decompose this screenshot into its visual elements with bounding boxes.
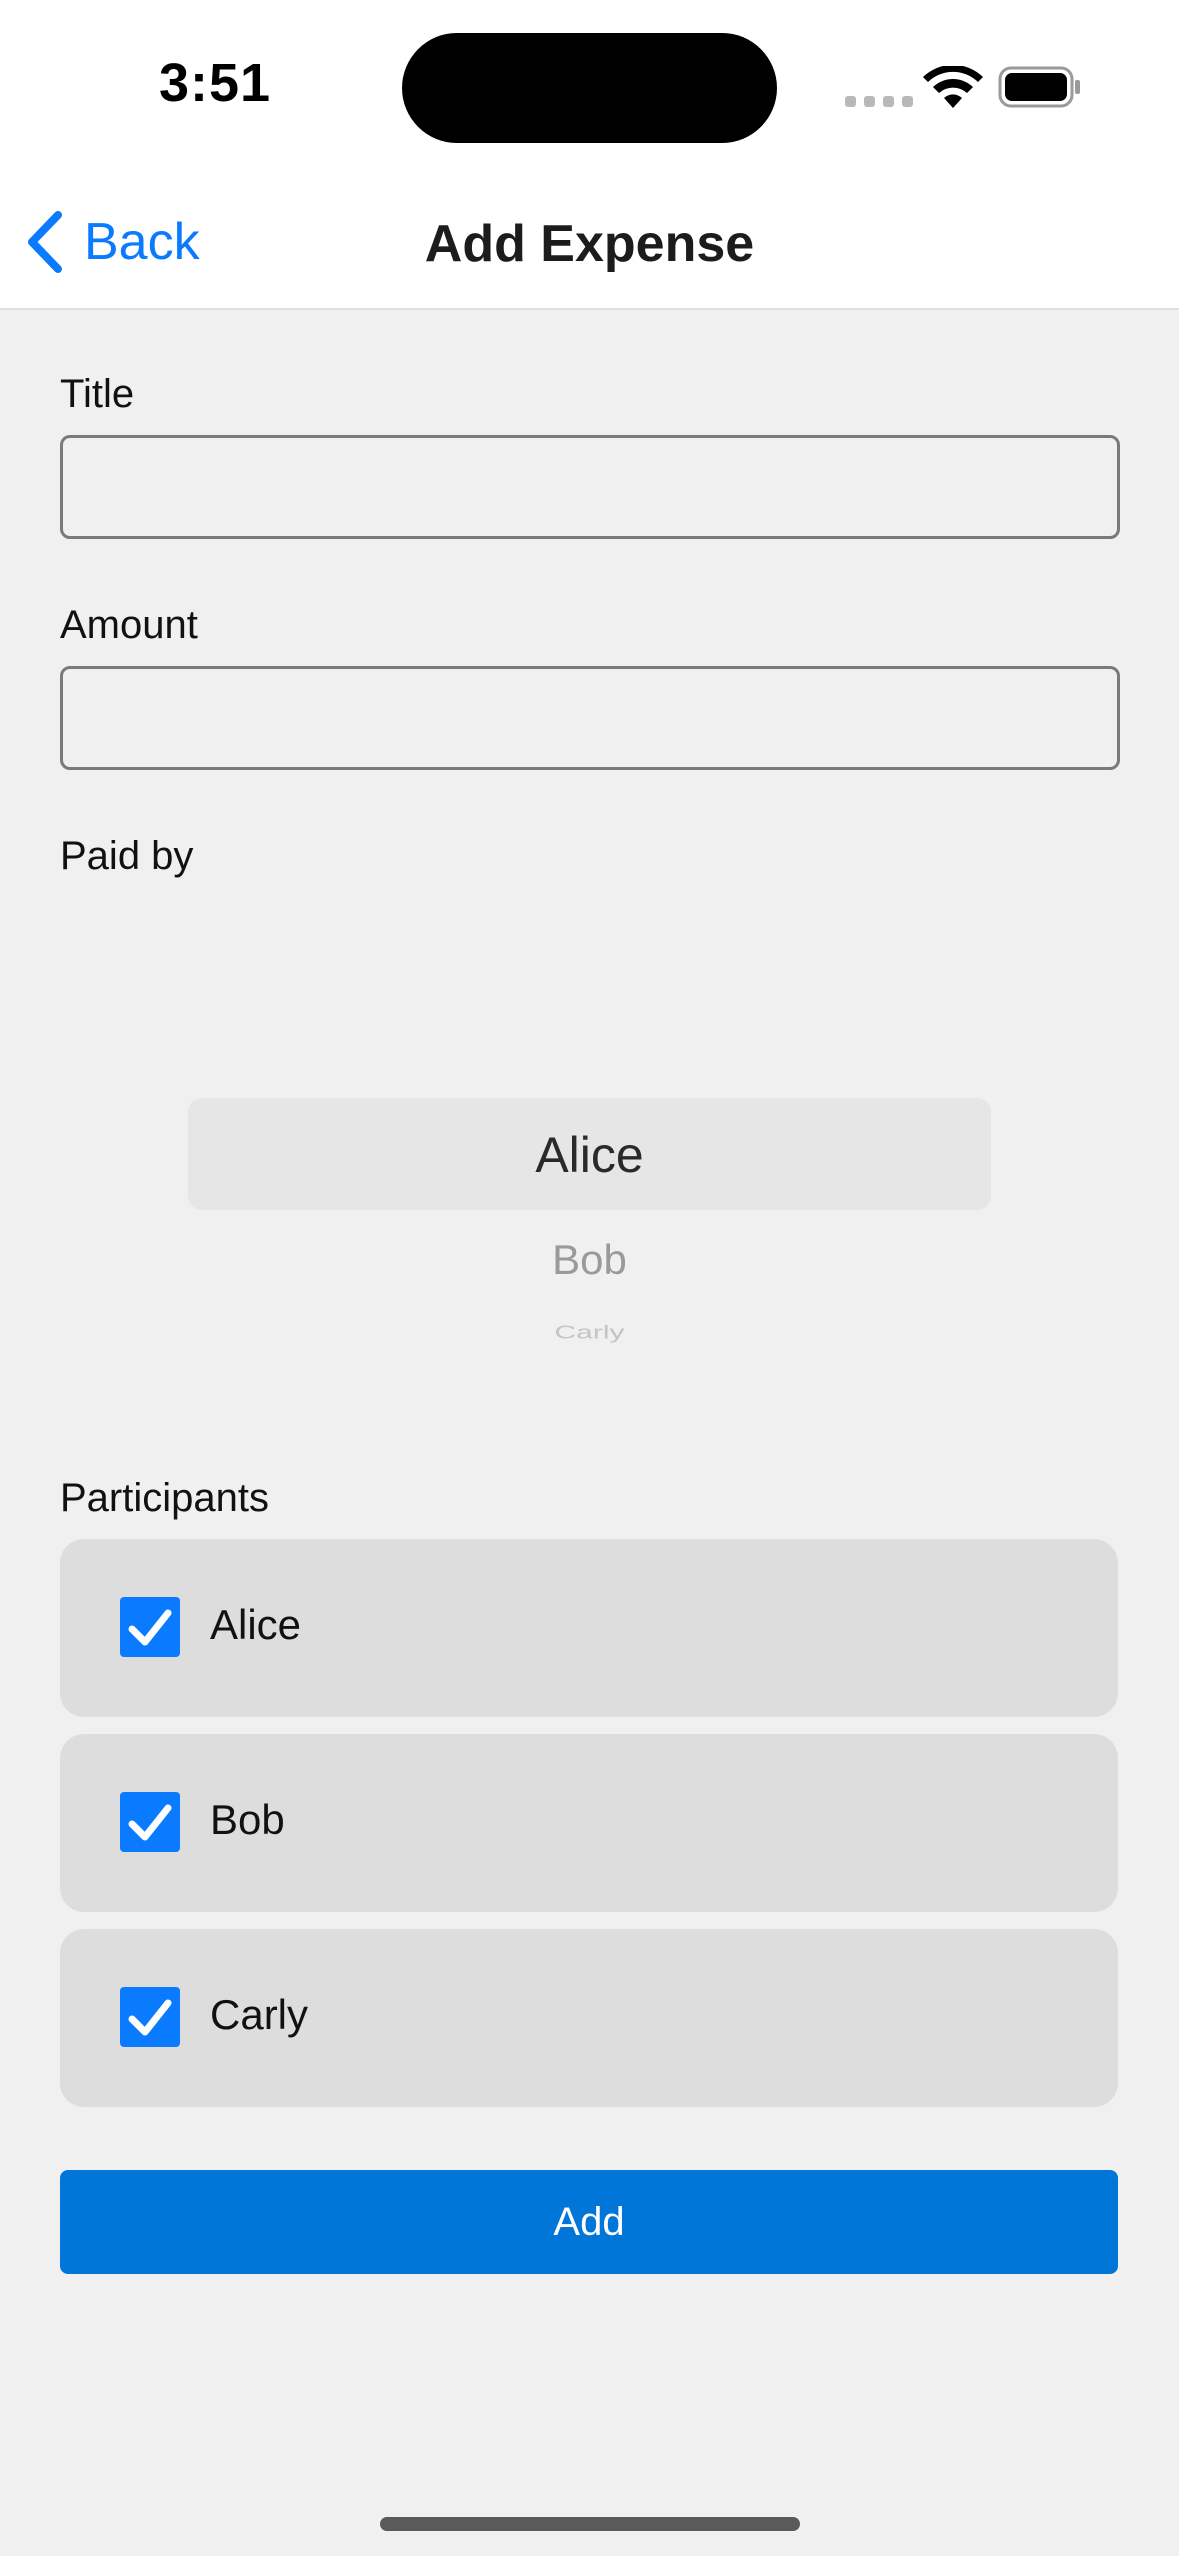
status-time: 3:51: [158, 53, 272, 113]
home-indicator[interactable]: [380, 2517, 800, 2531]
participant-checkbox[interactable]: [120, 1792, 180, 1852]
checkmark-icon: [128, 1999, 172, 2036]
participant-checkbox[interactable]: [120, 1987, 180, 2047]
dynamic-island: [402, 33, 777, 143]
participant-row[interactable]: Bob: [60, 1734, 1118, 1912]
participant-name: Bob: [210, 1796, 285, 1843]
participant-row[interactable]: Alice: [60, 1539, 1118, 1717]
participant-name: Alice: [210, 1601, 302, 1648]
navigation-bar: Back Add Expense: [0, 176, 1179, 310]
checkmark-icon: [128, 1804, 172, 1841]
title-label: Title: [60, 372, 135, 416]
wifi-icon: [923, 66, 983, 108]
amount-label: Amount: [60, 603, 198, 647]
participants-label: Participants: [60, 1476, 269, 1520]
participant-row[interactable]: Carly: [60, 1929, 1118, 2107]
amount-input[interactable]: [60, 666, 1120, 770]
status-bar: 3:51: [0, 0, 1179, 176]
picker-option[interactable]: Bob: [188, 1236, 991, 1284]
page-title: Add Expense: [424, 215, 755, 273]
picker-option-selected[interactable]: Alice: [188, 1126, 991, 1184]
cellular-signal-icon: [845, 96, 913, 107]
participant-name: Carly: [210, 1991, 309, 2038]
participant-checkbox[interactable]: [120, 1597, 180, 1657]
checkmark-icon: [128, 1609, 172, 1646]
add-button[interactable]: Add: [60, 2170, 1118, 2274]
battery-icon: [998, 66, 1080, 108]
title-input[interactable]: [60, 435, 1120, 539]
paid-by-label: Paid by: [60, 834, 194, 878]
picker-option[interactable]: Carly: [188, 1323, 991, 1343]
